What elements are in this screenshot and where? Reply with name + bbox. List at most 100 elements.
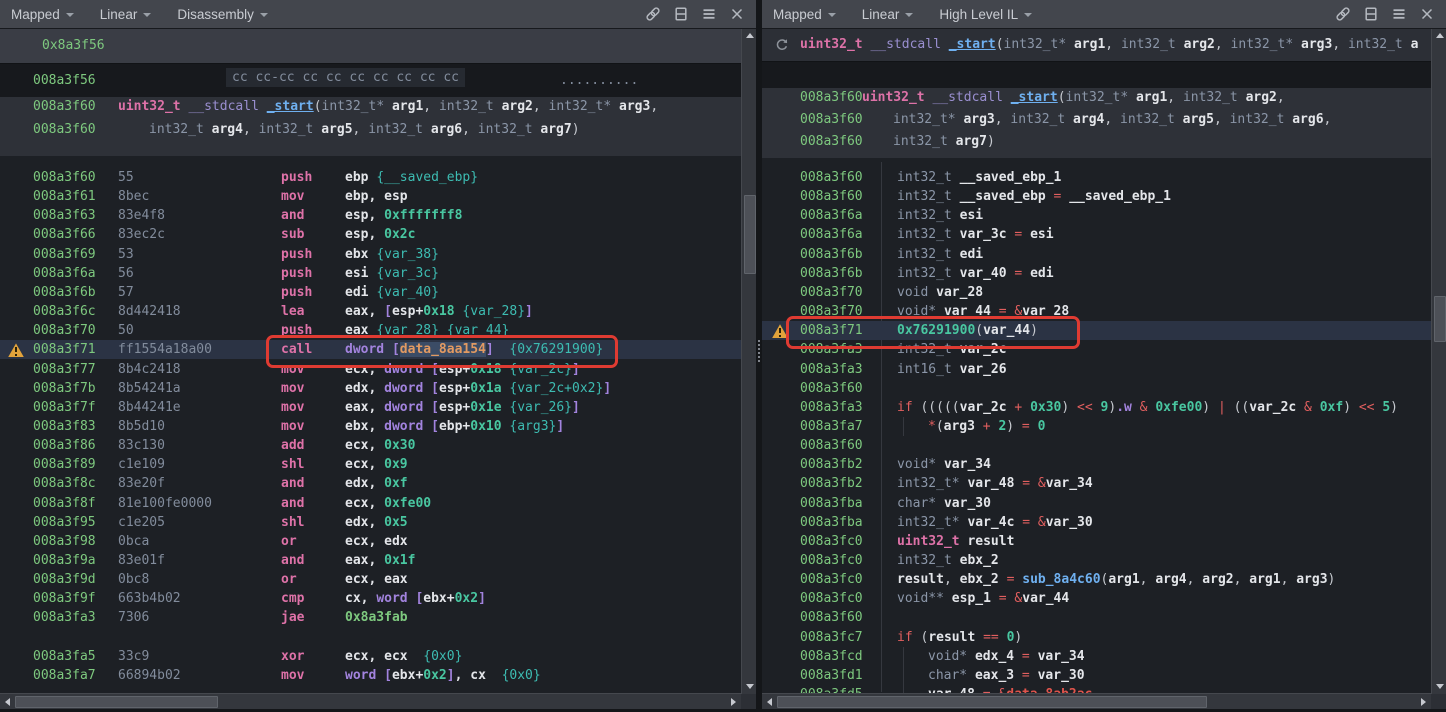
scroll-left-button[interactable]	[0, 694, 15, 709]
scroll-right-button[interactable]	[1416, 694, 1431, 709]
disasm-row[interactable]: 008a3f6a56pushesi {var_3c}	[0, 264, 741, 283]
disasm-row[interactable]: 008a3f980bcaorecx, edx	[0, 532, 741, 551]
hlil-row[interactable]: 008a3fa3int32_t var_2c	[762, 340, 1431, 359]
hlil-row[interactable]: 008a3fb2int32_t* var_48 = &var_34	[762, 474, 1431, 493]
signature-line[interactable]: 008a3f60int32_t arg4, int32_t arg5, int3…	[0, 120, 726, 139]
hlil-row[interactable]: 008a3f70void* var_44 = &var_28	[762, 302, 1431, 321]
close-icon[interactable]	[729, 6, 745, 22]
hlil-row[interactable]: 008a3f60	[762, 379, 1431, 398]
disasm-row[interactable]: 008a3f7f8b44241emoveax, dword [esp+0x1e …	[0, 398, 741, 417]
disasm-row[interactable]: 008a3f838b5d10movebx, dword [ebp+0x10 {a…	[0, 417, 741, 436]
signature-line[interactable]: 008a3f60uint32_t __stdcall _start(int32_…	[762, 88, 1416, 107]
menu-mapped[interactable]: Mapped	[773, 7, 836, 22]
menu-linear[interactable]: Linear	[100, 7, 152, 22]
link-icon[interactable]	[1335, 6, 1351, 22]
disasm-row[interactable]: 008a3f618becmovebp, esp	[0, 187, 741, 206]
disasm-row[interactable]: 008a3f9a83e01fandeax, 0x1f	[0, 551, 741, 570]
menu-mapped[interactable]: Mapped	[11, 7, 74, 22]
hlil-row[interactable]: 008a3f6bint32_t edi	[762, 245, 1431, 264]
hlil-row[interactable]: 008a3f6aint32_t var_3c = esi	[762, 225, 1431, 244]
hlil-row[interactable]: 008a3fc0result, ebx_2 = sub_8a4c60(arg1,…	[762, 570, 1431, 589]
link-icon[interactable]	[645, 6, 661, 22]
signature-line[interactable]: 008a3f60int32_t* arg3, int32_t arg4, int…	[762, 110, 1416, 129]
split-view-icon[interactable]	[673, 6, 689, 22]
token: int32_t	[439, 99, 502, 114]
disasm-row[interactable]: 008a3f6b57pushedi {var_40}	[0, 283, 741, 302]
disasm-row[interactable]: 008a3f9f663b4b02cmpcx, word [ebx+0x2]	[0, 589, 741, 608]
disasm-row[interactable]: 008a3f8683c130addecx, 0x30	[0, 436, 741, 455]
hlil-row[interactable]: 008a3f60int32_t __saved_ebp_1	[762, 168, 1431, 187]
divider-grip-icon[interactable]	[758, 340, 760, 363]
disasm-row[interactable]	[0, 628, 741, 647]
disasm-row[interactable]: 008a3fa766894b02movword [ebx+0x2], cx {0…	[0, 666, 741, 685]
scroll-up-button[interactable]	[1432, 28, 1446, 43]
hlil-row[interactable]: 008a3fbaint32_t* var_4c = &var_30	[762, 513, 1431, 532]
hlil-row[interactable]: 008a3f6bint32_t var_40 = edi	[762, 264, 1431, 283]
hlil-row[interactable]: 008a3fd1char* eax_3 = var_30	[762, 666, 1431, 685]
hlil-row[interactable]: 008a3f6aint32_t esi	[762, 206, 1431, 225]
disasm-row[interactable]: 008a3f7050pusheax {var_28} {var_44}	[0, 321, 741, 340]
hlil-row[interactable]: 008a3fbachar* var_30	[762, 494, 1431, 513]
hex-byte-row[interactable]: 008a3f56 cc cc-cc cc cc cc cc cc cc cc .…	[0, 63, 741, 97]
token: int32_t*	[893, 112, 963, 127]
hlil-row[interactable]: 008a3fcdvoid* edx_4 = var_34	[762, 647, 1431, 666]
opcode-bytes: 8bec	[118, 187, 149, 206]
hlil-row[interactable]: 008a3f60	[762, 436, 1431, 455]
hlil-row[interactable]: 008a3fb2void* var_34	[762, 455, 1431, 474]
hlil-row[interactable]: 008a3f60	[762, 608, 1431, 627]
opcode-bytes: c1e109	[118, 455, 165, 474]
hlil-row[interactable]: 008a3fa3int16_t var_26	[762, 360, 1431, 379]
hlil-row[interactable]: 008a3fc0int32_t ebx_2	[762, 551, 1431, 570]
disasm-row[interactable]: 008a3fa533c9xorecx, ecx {0x0}	[0, 647, 741, 666]
token: ecx,	[345, 438, 384, 453]
hlil-row[interactable]: 008a3fc0uint32_t result	[762, 532, 1431, 551]
signature-line[interactable]: 008a3f60int32_t arg7)	[762, 132, 1416, 151]
disasm-row[interactable]: 008a3f6953pushebx {var_38}	[0, 245, 741, 264]
disasm-row[interactable]: 008a3f6c8d442418leaeax, [esp+0x18 {var_2…	[0, 302, 741, 321]
disasm-row[interactable]: 008a3f89c1e109shlecx, 0x9	[0, 455, 741, 474]
disasm-row[interactable]: 008a3f95c1e205shledx, 0x5	[0, 513, 741, 532]
horizontal-scrollbar[interactable]	[762, 693, 1431, 709]
disasm-row[interactable]: 008a3f8c83e20fandedx, 0xf	[0, 474, 741, 493]
address: 008a3f9f	[33, 589, 96, 608]
hlil-row[interactable]: 008a3fc0void** esp_1 = &var_44	[762, 589, 1431, 608]
scrollbar-thumb[interactable]	[15, 696, 218, 708]
menu-high-level-il[interactable]: High Level IL	[939, 7, 1032, 22]
disasm-row[interactable]: 008a3f6055pushebp {__saved_ebp}	[0, 168, 741, 187]
scrollbar-thumb[interactable]	[1434, 296, 1446, 342]
token: =	[1046, 189, 1069, 204]
disasm-row[interactable]: 008a3f6383e4f8andesp, 0xfffffff8	[0, 206, 741, 225]
close-icon[interactable]	[1419, 6, 1435, 22]
token: 0x18	[423, 304, 454, 319]
scroll-right-button[interactable]	[726, 694, 741, 709]
split-view-icon[interactable]	[1363, 6, 1379, 22]
disasm-row[interactable]: 008a3f8f81e100fe0000andecx, 0xfe00	[0, 494, 741, 513]
menu-icon[interactable]	[1391, 6, 1407, 22]
scroll-up-button[interactable]	[742, 28, 756, 43]
menu-icon[interactable]	[701, 6, 717, 22]
token: ,	[423, 99, 439, 114]
disasm-row[interactable]: 008a3f778b4c2418movecx, dword [esp+0x18 …	[0, 360, 741, 379]
horizontal-scrollbar[interactable]	[0, 693, 741, 709]
hlil-row[interactable]: 008a3fa3if (((((var_2c + 0x30) << 9).w &…	[762, 398, 1431, 417]
disasm-row[interactable]: 008a3f9d0bc8orecx, eax	[0, 570, 741, 589]
hlil-row[interactable]: 008a3fc7if (result == 0)	[762, 628, 1431, 647]
hlil-row[interactable]: 008a3f70void var_28	[762, 283, 1431, 302]
menu-linear[interactable]: Linear	[862, 7, 914, 22]
vertical-scrollbar[interactable]	[1431, 28, 1446, 694]
hlil-row[interactable]: 008a3f710x76291900(var_44)	[762, 321, 1431, 340]
menu-disassembly[interactable]: Disassembly	[177, 7, 268, 22]
disasm-row[interactable]: 008a3f71ff1554a18a00calldword [data_8aa1…	[0, 340, 741, 359]
signature-line[interactable]: 008a3f60uint32_t __stdcall _start(int32_…	[0, 97, 726, 116]
hlil-row[interactable]: 008a3f60int32_t __saved_ebp = __saved_eb…	[762, 187, 1431, 206]
disasm-row[interactable]: 008a3f7b8b54241amovedx, dword [esp+0x1a …	[0, 379, 741, 398]
scrollbar-thumb[interactable]	[744, 195, 756, 274]
disasm-row[interactable]: 008a3f6683ec2csubesp, 0x2c	[0, 225, 741, 244]
hlil-row[interactable]: 008a3fa7*(arg3 + 2) = 0	[762, 417, 1431, 436]
disasm-row[interactable]: 008a3fa37306jae0x8a3fab	[0, 608, 741, 627]
scroll-down-button[interactable]	[742, 679, 756, 694]
scroll-left-button[interactable]	[762, 694, 777, 709]
vertical-scrollbar[interactable]	[741, 28, 756, 694]
scroll-down-button[interactable]	[1432, 679, 1446, 694]
scrollbar-thumb[interactable]	[777, 696, 1207, 708]
